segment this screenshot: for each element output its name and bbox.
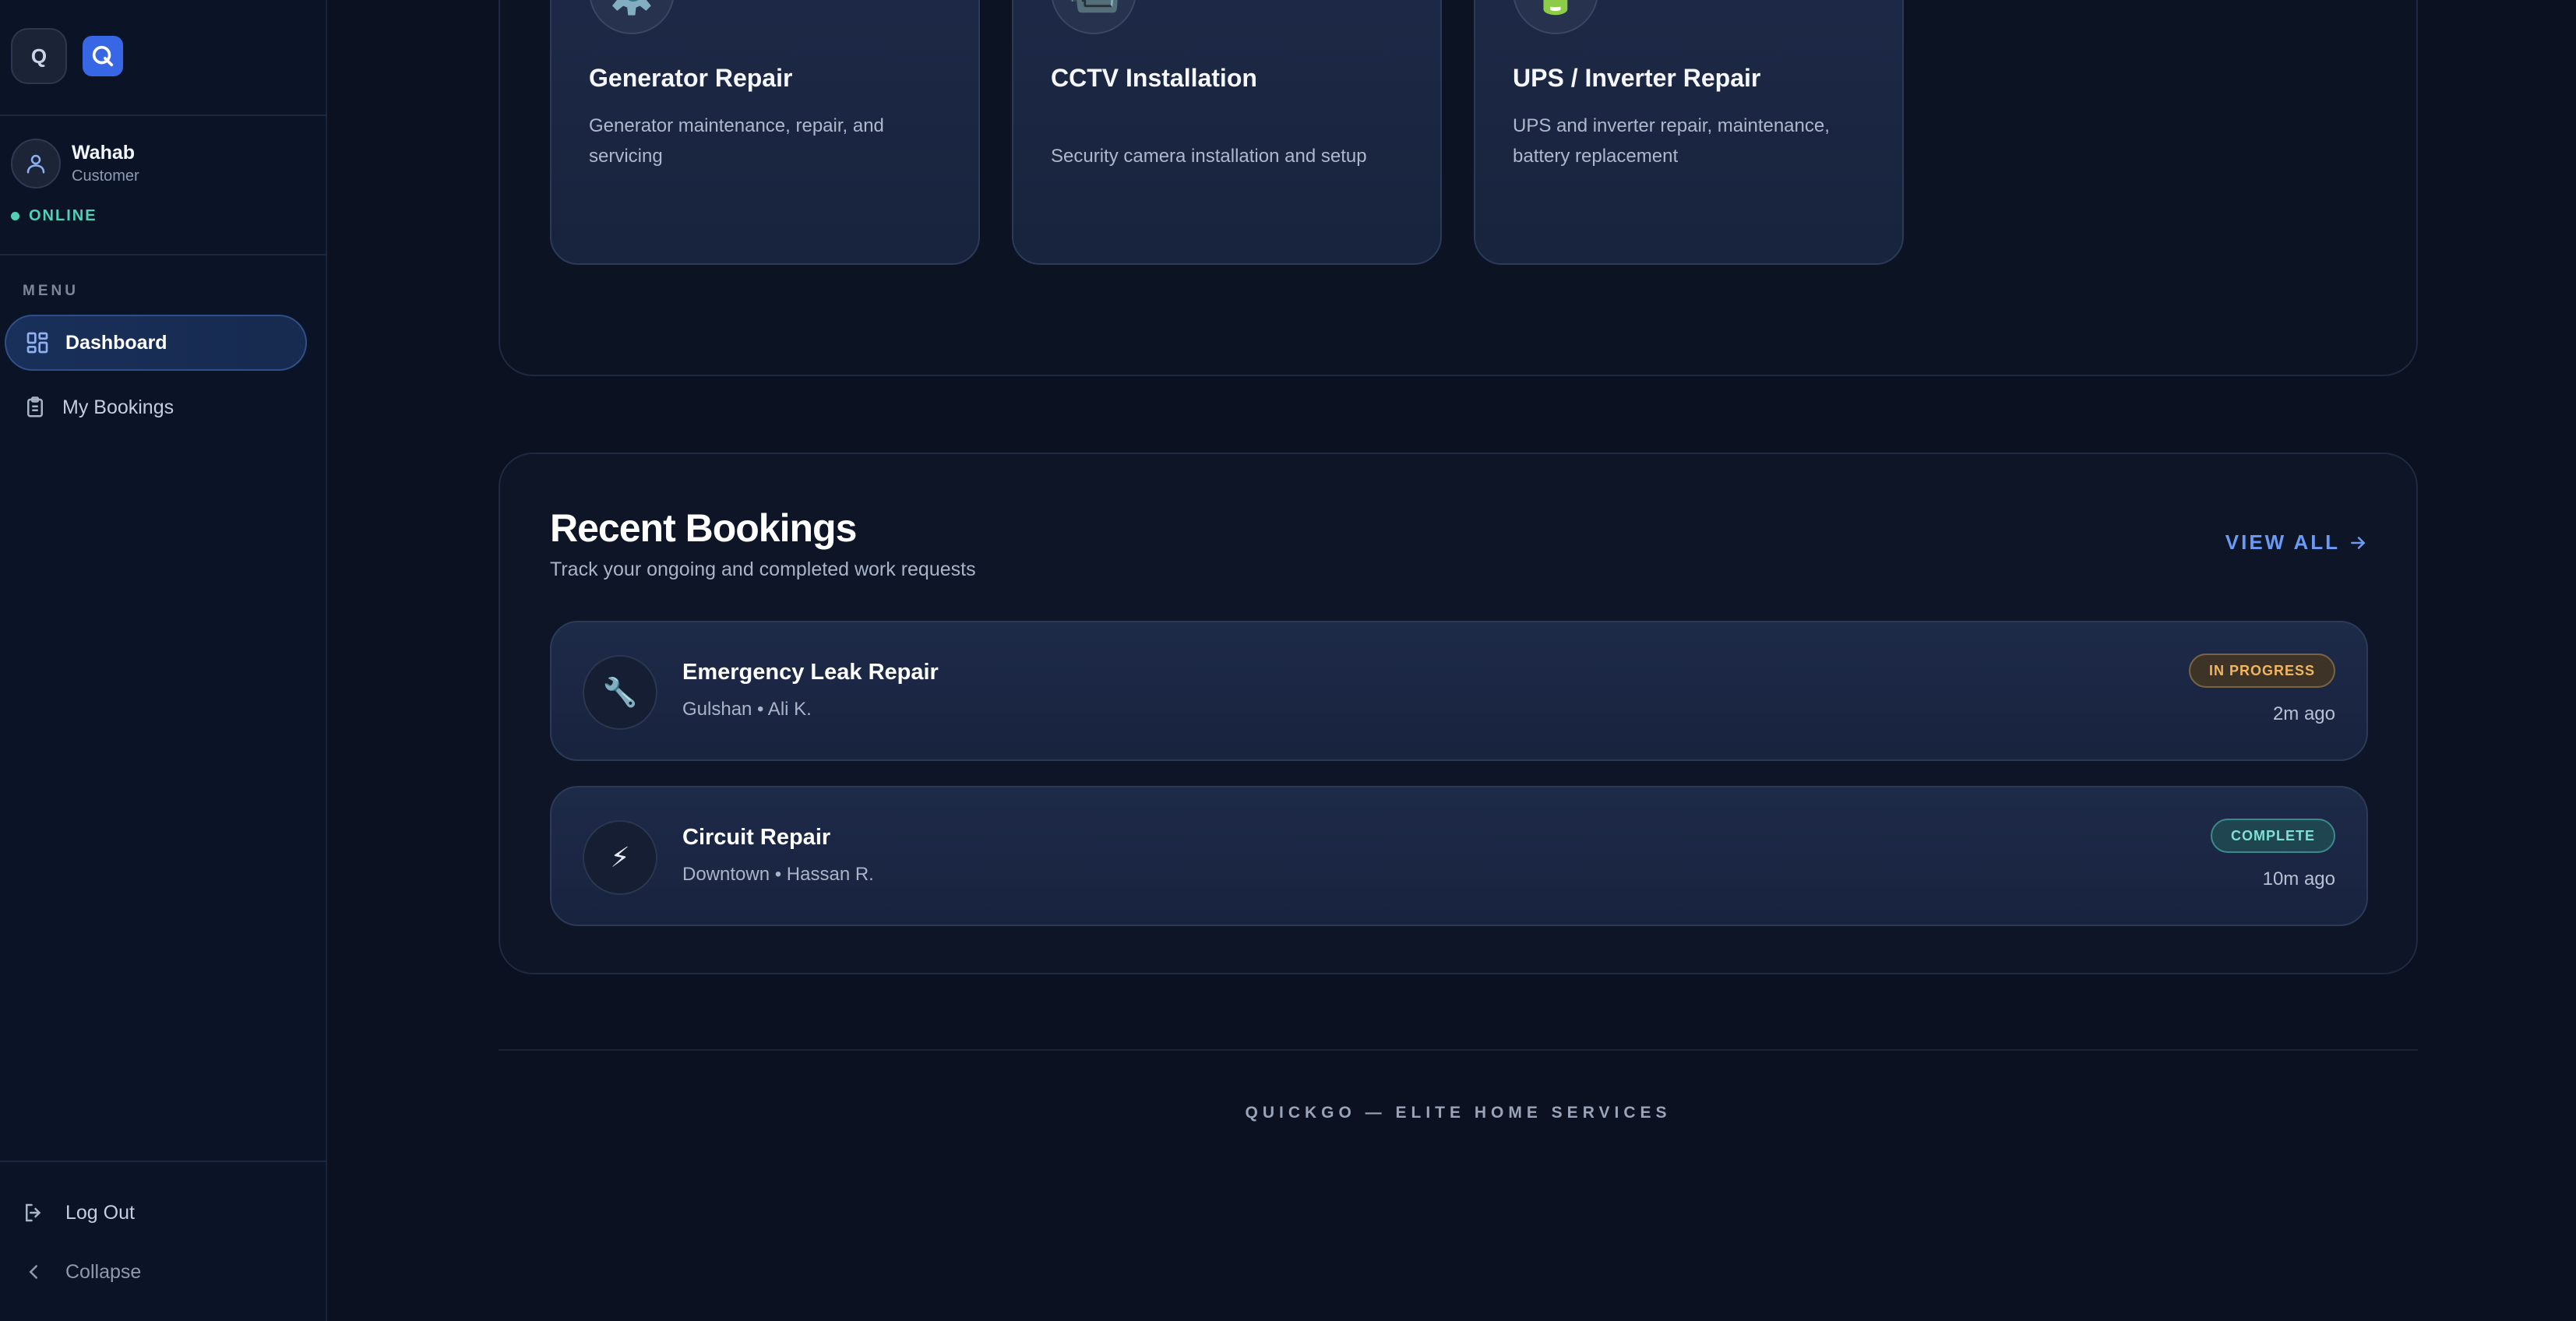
avatar: [11, 139, 61, 188]
search-logo-icon[interactable]: [83, 36, 123, 76]
service-card-ups[interactable]: 🔋 UPS / Inverter Repair UPS and inverter…: [1474, 0, 1904, 265]
user-name: Wahab: [72, 142, 136, 164]
footer-text: QUICKGO — ELITE HOME SERVICES: [1245, 1104, 1672, 1122]
user-profile[interactable]: Wahab Customer: [11, 139, 139, 188]
section-subtitle: Track your ongoing and completed work re…: [550, 558, 976, 580]
sidebar-item-label: Dashboard: [65, 331, 167, 354]
service-title: CCTV Installation: [1051, 64, 1257, 92]
collapse-button[interactable]: Collapse: [22, 1260, 141, 1284]
footer-divider: [499, 1049, 2418, 1051]
main-content: ⚙️ Generator Repair Generator maintenanc…: [329, 0, 2576, 1321]
wrench-icon: 🔧: [583, 655, 657, 730]
recent-bookings-panel: Recent Bookings Track your ongoing and c…: [499, 453, 2418, 974]
service-description: UPS and inverter repair, maintenance, ba…: [1513, 115, 1830, 167]
view-all-link[interactable]: VIEW ALL: [2225, 530, 2368, 555]
sidebar: Q Wahab Customer ONLINE MENU Dashboard M…: [0, 0, 327, 1321]
booking-row[interactable]: ⚡ Circuit Repair Downtown • Hassan R. CO…: [550, 786, 2368, 926]
sidebar-item-label: My Bookings: [62, 396, 174, 418]
service-description: Generator maintenance, repair, and servi…: [589, 115, 884, 167]
view-all-label: VIEW ALL: [2225, 530, 2340, 554]
service-description: Security camera installation and setup: [1051, 146, 1367, 167]
sidebar-divider: [0, 1161, 327, 1162]
status-badge: IN PROGRESS: [2188, 653, 2335, 688]
clipboard-icon: [23, 396, 47, 419]
sidebar-item-my-bookings[interactable]: My Bookings: [5, 379, 307, 435]
chevron-left-icon: [22, 1260, 45, 1284]
sidebar-divider: [0, 114, 327, 116]
section-title: Recent Bookings: [550, 506, 857, 550]
sidebar-item-dashboard[interactable]: Dashboard: [5, 315, 307, 371]
logout-button[interactable]: Log Out: [22, 1201, 135, 1224]
logout-icon: [22, 1201, 45, 1224]
booking-meta: Gulshan • Ali K.: [682, 699, 812, 720]
arrow-right-icon: [2348, 533, 2368, 553]
user-role: Customer: [72, 167, 139, 185]
battery-icon: 🔋: [1513, 0, 1598, 34]
sidebar-divider: [0, 254, 327, 255]
status-text: ONLINE: [29, 207, 97, 224]
logo-row: Q: [11, 28, 123, 84]
dashboard-icon: [25, 330, 50, 355]
booking-time: 2m ago: [2272, 703, 2335, 724]
lightning-icon: ⚡: [583, 820, 657, 895]
service-card-generator[interactable]: ⚙️ Generator Repair Generator maintenanc…: [550, 0, 980, 265]
booking-row[interactable]: 🔧 Emergency Leak Repair Gulshan • Ali K.…: [550, 621, 2368, 761]
service-title: UPS / Inverter Repair: [1513, 64, 1761, 92]
booking-time: 10m ago: [2262, 868, 2335, 889]
logout-label: Log Out: [65, 1201, 135, 1224]
booking-name: Emergency Leak Repair: [682, 660, 939, 685]
services-panel: ⚙️ Generator Repair Generator maintenanc…: [499, 0, 2418, 376]
service-card-cctv[interactable]: 📹 CCTV Installation Security camera inst…: [1012, 0, 1442, 265]
app-logo[interactable]: Q: [11, 28, 67, 84]
status-badge: COMPLETE: [2210, 819, 2335, 853]
status-dot-icon: [11, 212, 19, 220]
booking-name: Circuit Repair: [682, 825, 831, 850]
service-title: Generator Repair: [589, 64, 793, 92]
online-status: ONLINE: [11, 207, 97, 225]
gear-icon: ⚙️: [589, 0, 675, 34]
collapse-label: Collapse: [65, 1260, 142, 1283]
menu-label: MENU: [23, 283, 79, 299]
booking-meta: Downtown • Hassan R.: [682, 864, 874, 885]
camera-icon: 📹: [1051, 0, 1136, 34]
